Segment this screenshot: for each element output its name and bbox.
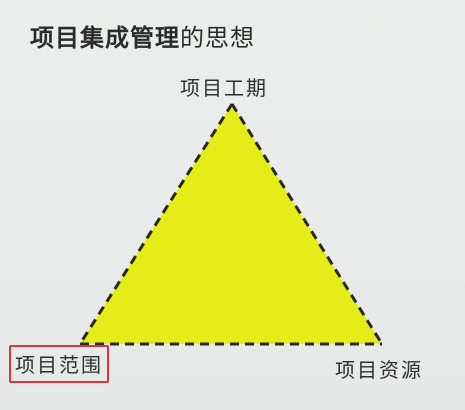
triangle-shape — [80, 104, 382, 344]
vertex-label-resources: 项目资源 — [335, 358, 423, 382]
slide: 项目集成管理的思想 项目工期 项目范围 项目资源 — [0, 0, 465, 410]
vertex-label-schedule: 项目工期 — [180, 76, 268, 100]
vertex-label-scope: 项目范围 — [9, 345, 109, 383]
